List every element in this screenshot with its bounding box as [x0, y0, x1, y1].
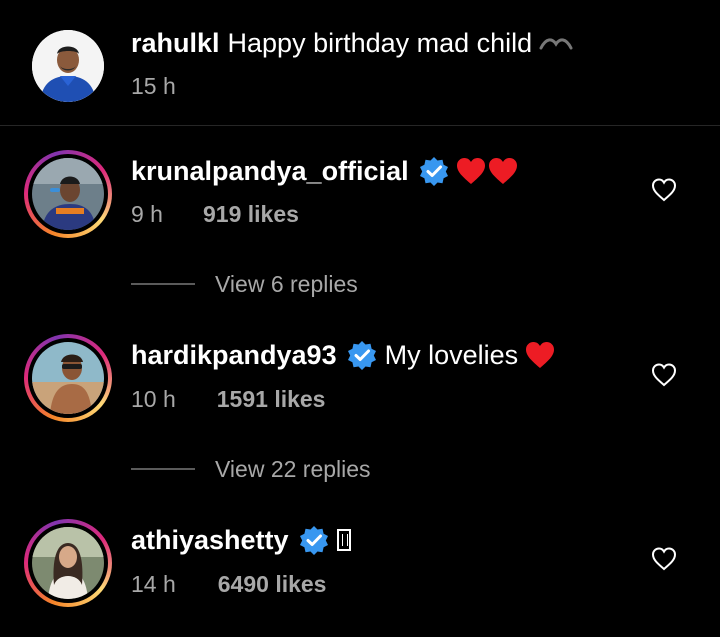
view-replies-button[interactable]: View 6 replies: [131, 269, 358, 299]
view-replies-button[interactable]: View 22 replies: [131, 454, 371, 484]
comment-line: hardikpandya93 My lovelies: [131, 339, 556, 371]
comment-username[interactable]: athiyashetty: [131, 524, 289, 556]
heart-outline-icon: [651, 547, 677, 571]
comment-meta: 9 h 919 likes: [131, 201, 299, 228]
comment-line: krunalpandya_official: [131, 155, 519, 187]
comment-time: 9 h: [131, 201, 163, 227]
comment-line: athiyashetty: [131, 524, 351, 556]
comment-likes[interactable]: 6490 likes: [218, 571, 327, 597]
caption-line: rahulkl Happy birthday mad child: [131, 27, 574, 59]
comment-username[interactable]: krunalpandya_official: [131, 155, 409, 187]
comment-username[interactable]: hardikpandya93: [131, 339, 337, 371]
comment-time: 14 h: [131, 571, 176, 597]
comment-likes[interactable]: 919 likes: [203, 201, 299, 227]
avatar-athiyashetty[interactable]: [24, 519, 112, 607]
post-caption: rahulkl Happy birthday mad child 15 h: [0, 0, 720, 126]
view-replies-label: View 6 replies: [215, 270, 358, 297]
verified-badge-icon: [347, 340, 377, 370]
avatar-rahulkl[interactable]: [32, 30, 104, 102]
profile-photo-icon: [32, 30, 104, 102]
heart-outline-icon: [651, 363, 677, 387]
emoji-icon: [538, 34, 574, 52]
like-comment-button[interactable]: [650, 545, 678, 573]
caption-text: Happy birthday mad child: [227, 28, 533, 58]
like-comment-button[interactable]: [650, 361, 678, 389]
red-heart-emoji-icon: [524, 340, 556, 370]
divider: [131, 283, 195, 285]
avatar-krunalpandya-official[interactable]: [24, 150, 112, 238]
comment-time: 10 h: [131, 386, 176, 412]
avatar-hardikpandya93[interactable]: [24, 334, 112, 422]
heart-outline-icon: [651, 178, 677, 202]
divider: [131, 468, 195, 470]
missing-glyph-icon: [336, 529, 351, 551]
red-heart-emoji-icon: [455, 156, 487, 186]
caption-username[interactable]: rahulkl: [131, 27, 220, 59]
verified-badge-icon: [419, 156, 449, 186]
profile-photo-icon: [32, 527, 104, 599]
view-replies-label: View 22 replies: [215, 455, 371, 482]
caption-meta: 15 h: [131, 73, 176, 100]
caption-time: 15 h: [131, 73, 176, 99]
comment-meta: 10 h 1591 likes: [131, 386, 325, 413]
verified-badge-icon: [299, 525, 329, 555]
profile-photo-icon: [32, 342, 104, 414]
profile-photo-icon: [32, 158, 104, 230]
comment-text: My lovelies: [384, 340, 519, 370]
comment-likes[interactable]: 1591 likes: [217, 386, 326, 412]
like-comment-button[interactable]: [650, 176, 678, 204]
comment-meta: 14 h 6490 likes: [131, 571, 326, 598]
red-heart-emoji-icon: [487, 156, 519, 186]
